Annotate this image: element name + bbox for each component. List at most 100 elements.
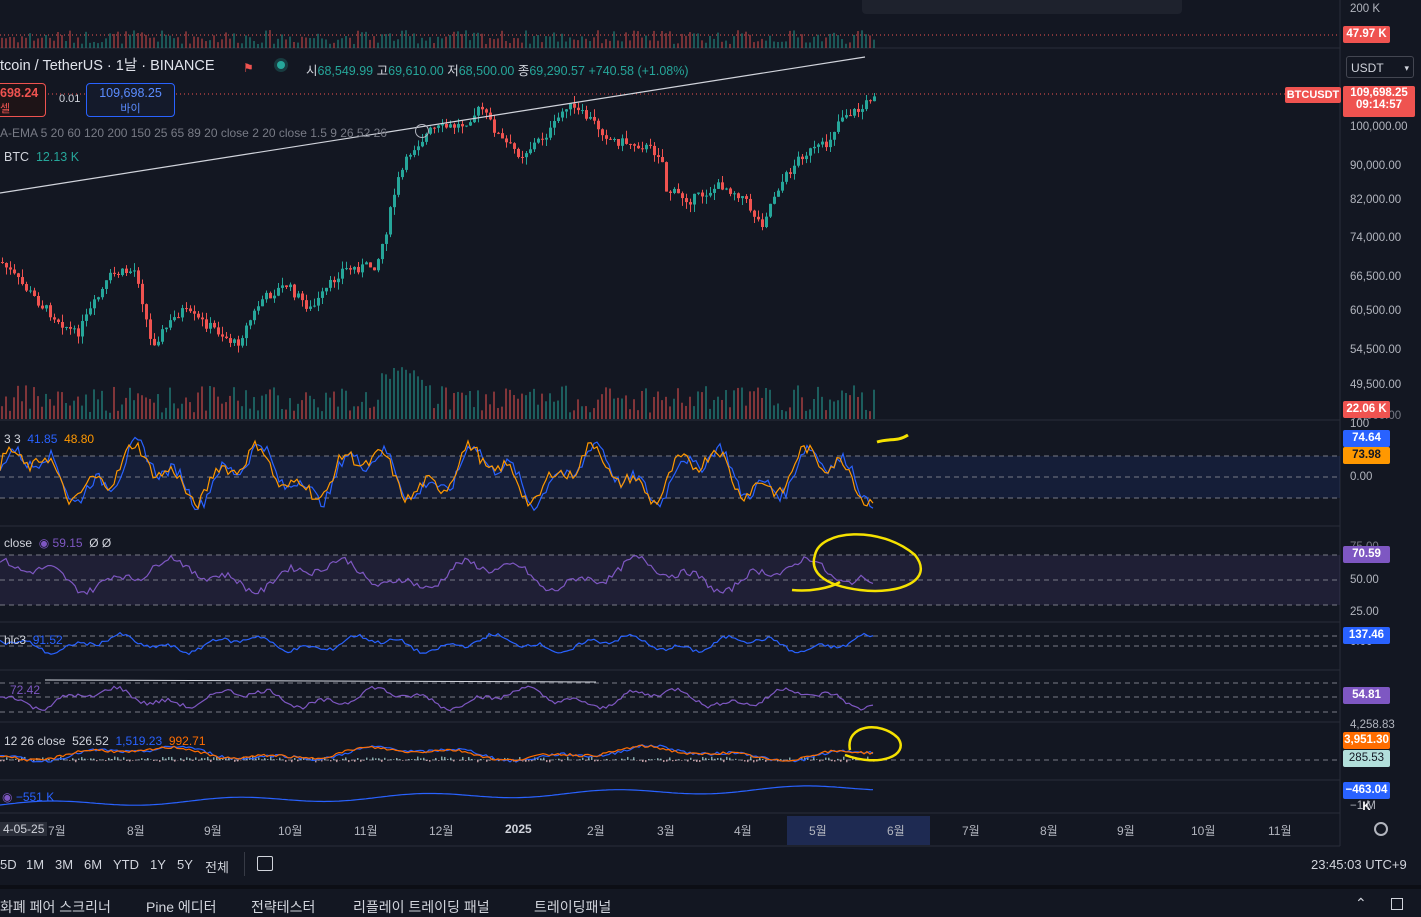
currency-select[interactable]: USDT ▾ bbox=[1346, 56, 1414, 78]
candle-body bbox=[53, 317, 56, 319]
chevron-up-icon[interactable]: ⌃ bbox=[1355, 895, 1367, 912]
volume-bar bbox=[257, 410, 259, 419]
candle-body bbox=[101, 289, 104, 297]
top-volume-bar bbox=[561, 34, 563, 48]
macd-hist-bar bbox=[597, 760, 599, 761]
mfi-line bbox=[0, 686, 873, 711]
volume-bar bbox=[837, 400, 839, 419]
range-button[interactable]: 1Y bbox=[150, 857, 166, 872]
rsi-tick: 25.00 bbox=[1350, 606, 1379, 618]
hide-indicator-icon[interactable] bbox=[415, 124, 429, 138]
volume-bar bbox=[865, 410, 867, 419]
market-open-dot bbox=[277, 61, 285, 69]
range-button[interactable]: 전체 bbox=[205, 857, 229, 876]
clock-display[interactable]: 23:45:03 UTC+9 bbox=[1311, 857, 1407, 872]
candle-body bbox=[5, 263, 8, 267]
top-volume-bar bbox=[713, 39, 715, 48]
symbol-title[interactable]: tcoin / TetherUS · 1날 · BINANCE bbox=[0, 59, 215, 73]
macd-hist-bar bbox=[366, 758, 368, 760]
range-button[interactable]: 6M bbox=[84, 857, 102, 872]
candle-body bbox=[789, 172, 792, 174]
volume-bar bbox=[213, 387, 215, 419]
candle-body bbox=[769, 204, 772, 217]
volume-bar bbox=[385, 374, 387, 419]
macd-hist-badge: 285.53 bbox=[1343, 750, 1390, 767]
top-volume-bar bbox=[821, 41, 823, 48]
candle-body bbox=[705, 196, 708, 197]
range-button[interactable]: 5D bbox=[0, 857, 17, 872]
calendar-range-icon[interactable] bbox=[257, 856, 273, 871]
candle-body bbox=[197, 314, 200, 318]
macd-legend[interactable]: 12 26 close 526.52 1,519.23 992.71 bbox=[4, 734, 206, 748]
volume-bar bbox=[861, 392, 863, 419]
candle-body bbox=[369, 262, 372, 267]
bottom-tab[interactable]: 리플레이 트레이딩 패널 bbox=[353, 897, 490, 917]
candle-body bbox=[417, 146, 420, 150]
volume-bar bbox=[329, 398, 331, 419]
candle-body bbox=[281, 285, 284, 288]
volume-legend[interactable]: BTC 12.13 K bbox=[4, 150, 79, 164]
candle-body bbox=[125, 269, 128, 273]
bottom-tab[interactable]: 트레이딩패널 bbox=[534, 897, 611, 917]
buy-button[interactable]: 109,698.25 바이 bbox=[86, 83, 175, 117]
top-volume-bar bbox=[381, 34, 383, 48]
volume-bar bbox=[841, 391, 843, 419]
obv-legend[interactable]: ◉ −551 K bbox=[2, 790, 54, 804]
bottom-tab[interactable]: Pine 에디터 bbox=[146, 897, 217, 917]
time-axis-month: 8월 bbox=[1040, 822, 1058, 839]
top-volume-bar bbox=[109, 33, 111, 48]
bottom-tab[interactable]: 전략테스터 bbox=[251, 897, 315, 917]
top-volume-bar bbox=[393, 41, 395, 48]
top-volume-bar bbox=[777, 42, 779, 48]
candle-body bbox=[153, 339, 156, 345]
top-volume-bar bbox=[649, 40, 651, 48]
range-button[interactable]: 3M bbox=[55, 857, 73, 872]
top-volume-bar bbox=[873, 40, 875, 48]
candle-body bbox=[325, 288, 328, 292]
candle-body bbox=[21, 277, 24, 284]
macd-hist-bar bbox=[561, 760, 563, 761]
maximize-icon[interactable] bbox=[1391, 898, 1403, 910]
volume-bar bbox=[169, 388, 171, 419]
settings-icon[interactable] bbox=[1374, 822, 1388, 836]
volume-bar bbox=[305, 392, 307, 419]
top-volume-bar bbox=[433, 43, 435, 48]
macd-hist-bar bbox=[261, 759, 263, 760]
range-button[interactable]: YTD bbox=[113, 857, 139, 872]
macd-hist-bar bbox=[747, 760, 749, 762]
top-volume-bar bbox=[781, 42, 783, 48]
sell-button[interactable]: 698.24 셀 bbox=[0, 83, 46, 117]
top-volume-bar bbox=[501, 31, 503, 48]
top-volume-bar bbox=[861, 30, 863, 48]
ema-legend[interactable]: A-EMA 5 20 60 120 200 150 25 65 89 20 cl… bbox=[0, 126, 387, 140]
stoch-legend[interactable]: 3 3 41.85 48.80 bbox=[4, 432, 94, 446]
macd-hist-bar bbox=[333, 759, 335, 760]
range-button[interactable]: 1M bbox=[26, 857, 44, 872]
top-volume-bar bbox=[229, 39, 231, 48]
macd-hist-bar bbox=[132, 760, 134, 761]
symbol-flag-icon[interactable]: ⚑ bbox=[243, 61, 254, 75]
volume-bar bbox=[653, 397, 655, 419]
rsi-legend[interactable]: close ◉ 59.15 Ø Ø bbox=[4, 536, 111, 550]
volume-bar bbox=[613, 399, 615, 419]
bottom-tab[interactable]: 화폐 페어 스크리너 bbox=[0, 897, 111, 917]
macd-hist-bar bbox=[273, 759, 275, 760]
candle-body bbox=[541, 139, 544, 140]
macd-hist-bar bbox=[645, 760, 647, 762]
macd-hist-bar bbox=[705, 758, 707, 760]
mfi-legend[interactable]: 72.42 bbox=[10, 683, 40, 697]
range-button[interactable]: 5Y bbox=[177, 857, 193, 872]
volume-bar bbox=[321, 411, 323, 419]
candle-body bbox=[45, 305, 48, 308]
macd-hist-bar bbox=[699, 760, 701, 762]
candle-body bbox=[625, 138, 628, 144]
candle-body bbox=[721, 182, 724, 189]
volume-bar bbox=[601, 394, 603, 419]
top-volume-bar bbox=[309, 38, 311, 48]
cci-legend[interactable]: hlc3 91.52 bbox=[4, 633, 63, 647]
macd-hist-bar bbox=[351, 760, 353, 761]
candle-body bbox=[617, 139, 620, 146]
volume-bar bbox=[449, 410, 451, 419]
drawing-toolbar[interactable] bbox=[862, 0, 1182, 14]
top-volume-bar bbox=[681, 34, 683, 48]
